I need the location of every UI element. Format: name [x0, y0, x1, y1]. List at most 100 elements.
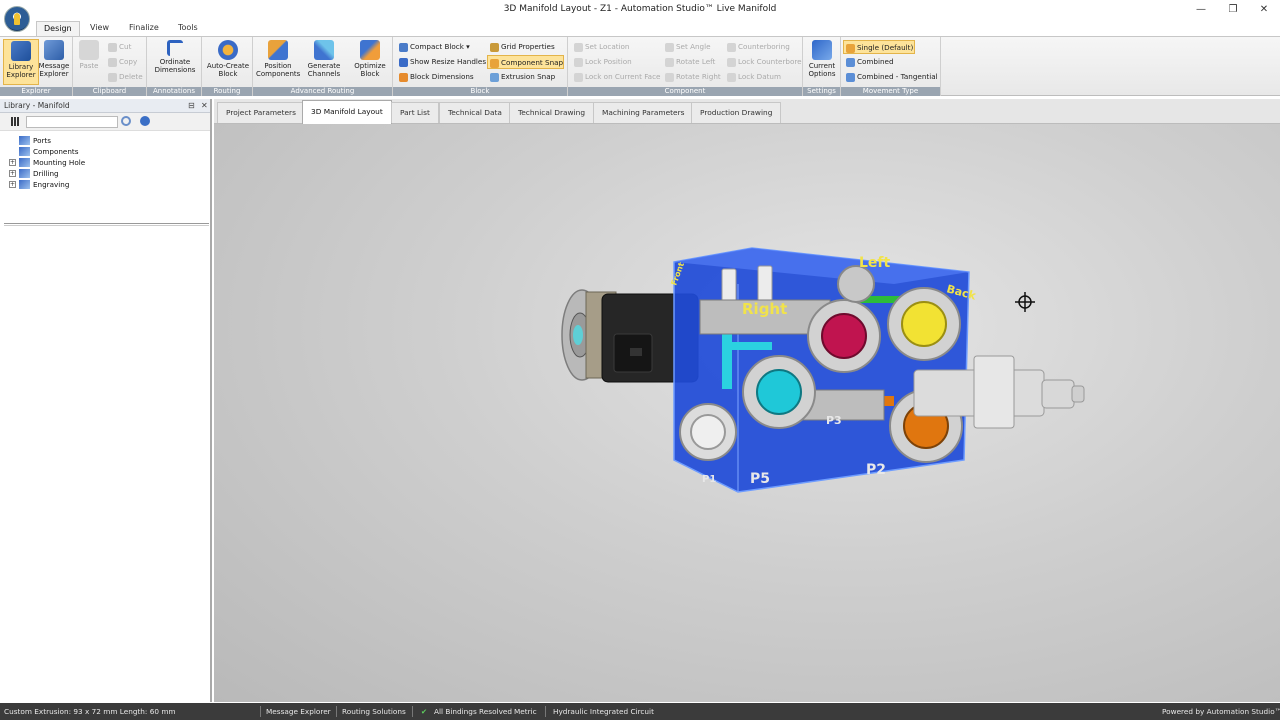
lock-datum-label: Lock Datum: [738, 72, 781, 81]
ordinate-dimensions-button[interactable]: Ordinate Dimensions: [153, 39, 197, 85]
engraving-p3: P3: [826, 414, 842, 427]
set-location-button[interactable]: Set Location: [572, 40, 630, 54]
block-dimensions-icon: [399, 73, 408, 82]
pin-icon[interactable]: ⊟: [188, 99, 195, 113]
ribbon: Library Explorer Message Explorer Explor…: [0, 36, 1280, 96]
ordinate-dimensions-icon: [167, 40, 183, 56]
status-extrusion: Custom Extrusion: 93 x 72 mm Length: 60 …: [4, 707, 176, 716]
engraving-right: Right: [742, 300, 787, 318]
combined-tangential-option[interactable]: Combined - Tangential: [844, 70, 938, 84]
document-tabs: Project Parameters 3D Manifold Layout Pa…: [214, 99, 1280, 124]
tab-technical-data[interactable]: Technical Data: [439, 102, 511, 123]
combined-option[interactable]: Combined: [844, 55, 894, 69]
rotate-left-icon: [665, 58, 674, 67]
close-panel-icon[interactable]: ✕: [201, 99, 208, 113]
tree-item-drilling[interactable]: + Drilling: [0, 168, 59, 179]
expand-icon[interactable]: +: [9, 181, 16, 188]
tab-production-drawing[interactable]: Production Drawing: [691, 102, 782, 123]
generate-channels-label: Generate Channels: [307, 62, 341, 78]
delete-icon: [108, 73, 117, 82]
library-explorer-button[interactable]: Library Explorer: [3, 39, 39, 85]
app-logo-icon[interactable]: [4, 6, 30, 32]
rotate-left-label: Rotate Left: [676, 57, 716, 66]
message-explorer-button[interactable]: Message Explorer: [36, 39, 72, 85]
engraving-p2: P2: [866, 462, 886, 478]
close-button[interactable]: ✕: [1249, 2, 1279, 18]
tab-finalize[interactable]: Finalize: [122, 21, 166, 36]
group-label-annotations: Annotations: [147, 87, 201, 96]
paste-button[interactable]: Paste: [73, 39, 105, 85]
cut-button[interactable]: Cut: [106, 40, 131, 54]
tab-design[interactable]: Design: [36, 21, 80, 36]
compact-block-button[interactable]: Compact Block ▾: [397, 40, 470, 54]
generate-channels-button[interactable]: Generate Channels: [302, 39, 346, 85]
tree-item-mounting-hole[interactable]: + Mounting Hole: [0, 157, 85, 168]
component-snap-button[interactable]: Component Snap: [487, 55, 565, 69]
drilling-folder-icon: [19, 169, 30, 178]
show-resize-handles-button[interactable]: Show Resize Handles: [397, 55, 486, 69]
status-message-explorer[interactable]: Message Explorer: [266, 703, 331, 720]
expand-icon[interactable]: +: [9, 159, 16, 166]
copy-button[interactable]: Copy: [106, 55, 137, 69]
port-magenta: [821, 313, 867, 359]
set-angle-button[interactable]: Set Angle: [663, 40, 711, 54]
tab-machining-parameters[interactable]: Machining Parameters: [593, 102, 694, 123]
single-default-label: Single (Default): [857, 43, 914, 52]
grid-properties-button[interactable]: Grid Properties: [488, 40, 555, 54]
engraving-left: Left: [859, 255, 891, 271]
delete-label: Delete: [119, 72, 143, 81]
tab-project-parameters[interactable]: Project Parameters: [217, 102, 305, 123]
block-dimensions-button[interactable]: Block Dimensions: [397, 70, 474, 84]
tab-3d-manifold-layout[interactable]: 3D Manifold Layout: [302, 100, 392, 124]
lock-on-current-face-button[interactable]: Lock on Current Face: [572, 70, 660, 84]
engraving-folder-icon: [19, 180, 30, 189]
manifold-3d-model[interactable]: Left Back Right Front P5 P2 P3 P1: [214, 124, 1280, 702]
tab-part-list[interactable]: Part List: [391, 102, 439, 123]
tree-item-components[interactable]: Components: [0, 146, 78, 157]
expand-icon[interactable]: +: [9, 170, 16, 177]
tree-item-ports[interactable]: Ports: [0, 135, 51, 146]
lock-position-button[interactable]: Lock Position: [572, 55, 632, 69]
restore-button[interactable]: ❐: [1218, 2, 1248, 18]
rotate-right-button[interactable]: Rotate Right: [663, 70, 721, 84]
optimize-block-button[interactable]: Optimize Block: [350, 39, 390, 85]
tree-label: Drilling: [33, 169, 59, 178]
current-options-button[interactable]: Current Options: [804, 39, 840, 85]
3d-viewport[interactable]: Left Back Right Front P5 P2 P3 P1: [214, 124, 1280, 702]
set-location-icon: [574, 43, 583, 52]
view-grid-icon[interactable]: [11, 117, 20, 126]
show-resize-handles-label: Show Resize Handles: [410, 57, 487, 66]
tab-tools[interactable]: Tools: [171, 21, 205, 36]
title-bar: 3D Manifold Layout - Z1 - Automation Stu…: [0, 0, 1280, 20]
message-explorer-label: Message Explorer: [38, 62, 70, 78]
tab-technical-drawing[interactable]: Technical Drawing: [509, 102, 595, 123]
library-search-input[interactable]: [26, 116, 118, 128]
delete-button[interactable]: Delete: [106, 70, 143, 84]
status-routing-solutions[interactable]: Routing Solutions: [342, 703, 406, 720]
panel-splitter[interactable]: [4, 223, 209, 226]
minimize-button[interactable]: —: [1186, 2, 1216, 18]
tab-view[interactable]: View: [83, 21, 116, 36]
resize-handles-icon: [399, 58, 408, 67]
combined-movement-icon: [846, 58, 855, 67]
group-label-component: Component: [568, 87, 802, 96]
extrusion-snap-button[interactable]: Extrusion Snap: [488, 70, 555, 84]
move-cursor-icon: [1015, 292, 1035, 312]
grid-icon: [490, 43, 499, 52]
auto-create-block-button[interactable]: Auto-Create Block: [206, 39, 250, 85]
cartridge-hex: [973, 355, 1015, 429]
engraving-p1: P1: [702, 474, 716, 485]
tree-item-engraving[interactable]: + Engraving: [0, 179, 69, 190]
rotate-left-button[interactable]: Rotate Left: [663, 55, 715, 69]
position-components-button[interactable]: Position Components: [256, 39, 300, 85]
single-default-option[interactable]: Single (Default): [843, 40, 915, 54]
lock-counterbore-label: Lock Counterbore: [738, 57, 802, 66]
lock-counterbore-button[interactable]: Lock Counterbore: [725, 55, 802, 69]
cartridge-stem: [1041, 379, 1075, 409]
help-icon[interactable]: [140, 116, 150, 126]
options-check-icon: [812, 40, 832, 60]
counterboring-button[interactable]: Counterboring: [725, 40, 790, 54]
combined-tangential-label: Combined - Tangential: [857, 72, 938, 81]
search-icon[interactable]: [121, 116, 131, 126]
lock-datum-button[interactable]: Lock Datum: [725, 70, 781, 84]
